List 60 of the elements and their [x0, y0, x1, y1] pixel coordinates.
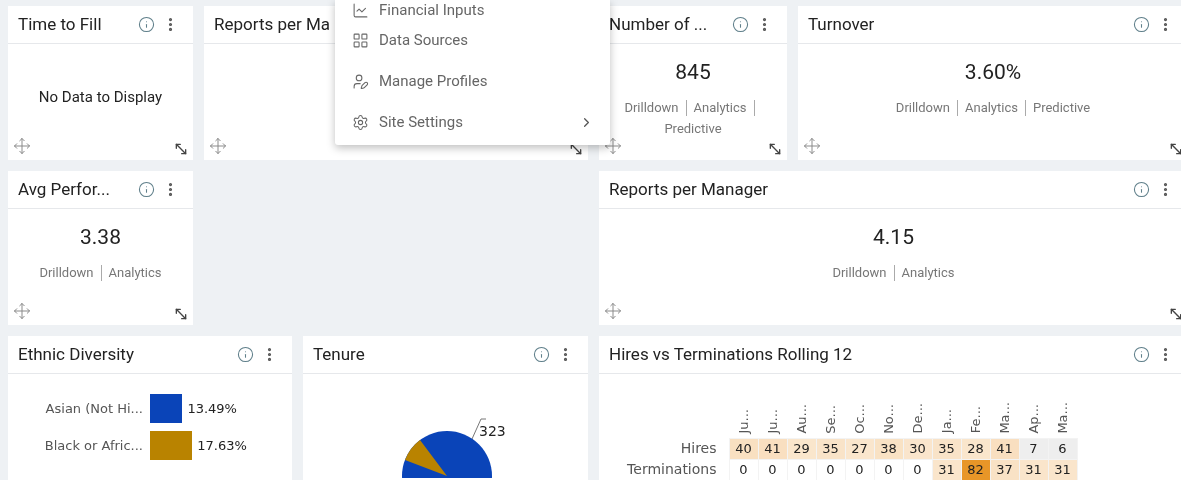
month-label: Ap... — [1026, 403, 1041, 434]
heatmap-cell: 6 — [1048, 438, 1077, 459]
heatmap-cell: 30 — [903, 438, 932, 459]
widget-link[interactable]: Predictive — [664, 118, 722, 139]
heatmap-cell: 7 — [1019, 438, 1048, 459]
widget-link[interactable]: Analytics — [964, 97, 1018, 118]
widget-link[interactable]: Predictive — [1032, 97, 1091, 118]
widget-title: Reports per Ma — [214, 12, 331, 36]
widget-title: Reports per Manager — [609, 177, 769, 201]
heatmap-cell: 29 — [787, 438, 816, 459]
month-label: Ma... — [997, 401, 1012, 434]
widget-link[interactable]: Analytics — [901, 262, 955, 283]
slice-label: 323 — [479, 422, 506, 441]
category-label: Asian (Not Hi... — [44, 399, 144, 418]
metric-value: 3.38 — [80, 227, 121, 248]
month-label: No... — [881, 403, 896, 434]
menu-item[interactable]: Manage Profiles — [335, 61, 610, 102]
empty-message: No Data to Display — [38, 87, 163, 108]
widget-link[interactable]: Drilldown — [624, 97, 679, 118]
metric-value: 3.60% — [964, 62, 1022, 83]
widget-title: Time to Fill — [18, 12, 102, 36]
widget-title: Number of ... — [609, 12, 708, 36]
widget-title: Hires vs Terminations Rolling 12 — [609, 342, 853, 366]
heatmap-cell: 35 — [932, 438, 961, 459]
widget-link[interactable]: Analytics — [693, 97, 747, 118]
row-label: Hires — [609, 438, 729, 459]
month-label: Ja... — [939, 409, 954, 434]
month-label: Oc... — [852, 403, 867, 434]
heatmap-cell: 38 — [874, 438, 903, 459]
menu-item[interactable]: Site Settings — [335, 102, 610, 143]
heatmap-cell: 41 — [758, 438, 787, 459]
widget-link[interactable]: Drilldown — [832, 262, 887, 283]
widget-link[interactable]: Drilldown — [39, 262, 94, 283]
month-label: Ju... — [765, 409, 780, 434]
heatmap-cell: 27 — [845, 438, 874, 459]
heatmap-cell: 28 — [961, 438, 990, 459]
metric-value: 845 — [675, 62, 711, 83]
month-label: De... — [910, 403, 925, 434]
heatmap-cell: 41 — [990, 438, 1019, 459]
widget-title: Avg Perfor... — [18, 177, 110, 201]
heatmap-cell: 35 — [816, 438, 845, 459]
row-label: Terminations — [609, 459, 729, 480]
month-label: Au... — [794, 403, 809, 434]
heatmap-cell: 40 — [729, 438, 758, 459]
heatmap-cell: 0 — [729, 459, 758, 480]
widget-title: Ethnic Diversity — [18, 342, 134, 366]
widget-link[interactable]: Drilldown — [895, 97, 950, 118]
metric-value: 4.15 — [873, 227, 914, 248]
menu-item[interactable]: Data Sources — [335, 20, 610, 61]
value-label: 17.63% — [197, 436, 247, 455]
month-label: Se... — [823, 404, 838, 434]
category-label: Black or Afric... — [43, 436, 144, 455]
widget-link[interactable]: Analytics — [108, 262, 162, 283]
menu-item[interactable]: Financial Inputs — [335, 0, 610, 20]
widget-title: Tenure — [313, 342, 365, 366]
month-label: Fe... — [968, 406, 983, 434]
widget-title: Turnover — [808, 12, 875, 36]
value-label: 13.49% — [187, 399, 237, 418]
month-label: Ju... — [736, 409, 751, 434]
month-label: Ma... — [1055, 401, 1070, 434]
